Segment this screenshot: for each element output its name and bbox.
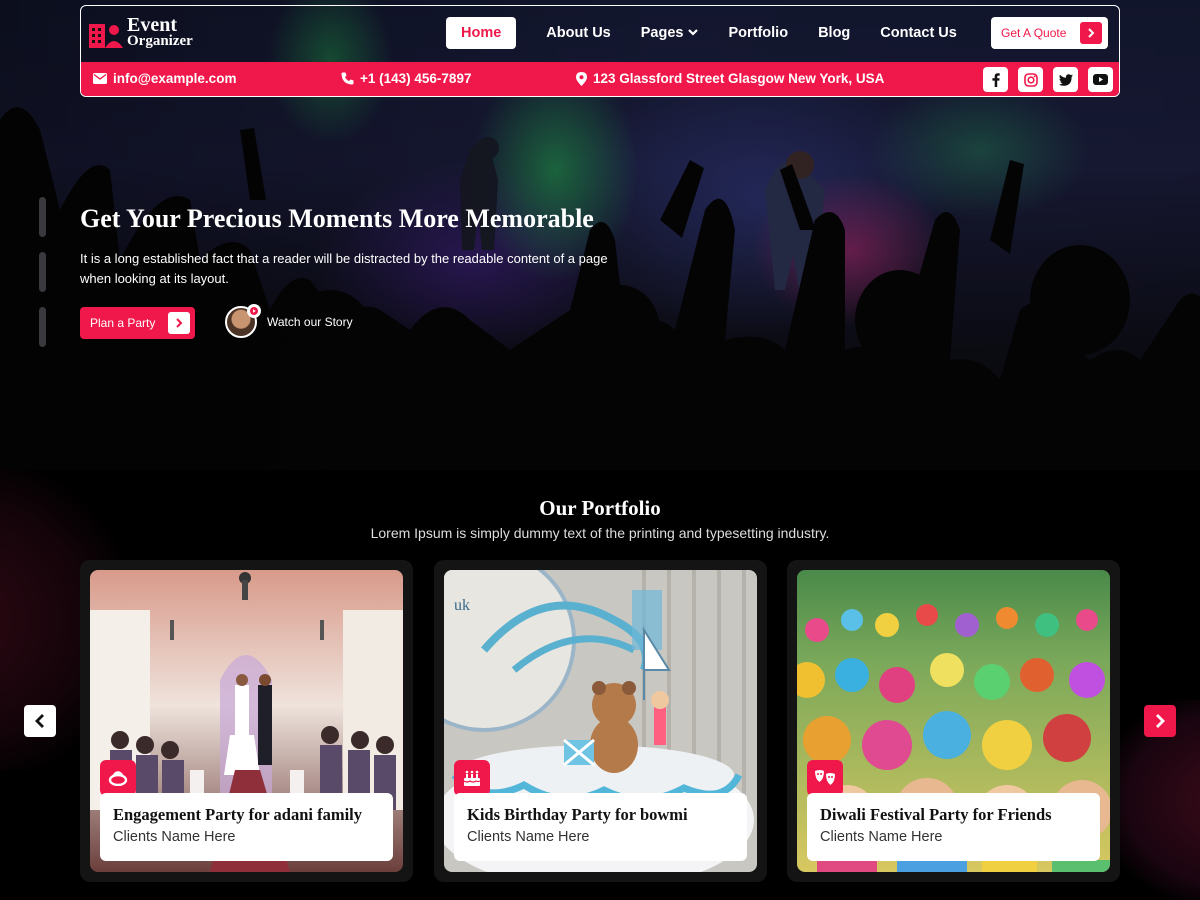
logo-icon (87, 16, 125, 50)
watch-story-button[interactable]: Watch our Story (225, 304, 353, 338)
card-caption: Engagement Party for adani family Client… (100, 793, 393, 861)
get-a-quote-label: Get A Quote (1001, 26, 1067, 40)
chevron-right-icon (1156, 714, 1165, 728)
plan-a-party-button[interactable]: Plan a Party (80, 307, 195, 339)
card-title[interactable]: Kids Birthday Party for bowmi (467, 805, 734, 825)
card-title[interactable]: Diwali Festival Party for Friends (820, 805, 1087, 825)
email-text: info@example.com (113, 71, 237, 86)
nav-portfolio[interactable]: Portfolio (728, 17, 788, 49)
logo-line-1: Event (127, 14, 177, 36)
hero-description: It is a long established fact that a rea… (80, 251, 608, 286)
nav-pages-label: Pages (640, 25, 684, 41)
instagram-icon[interactable] (1018, 67, 1043, 92)
play-icon (247, 304, 261, 318)
phone-text: +1 (143) 456-7897 (360, 71, 472, 86)
nav-contact-us[interactable]: Contact Us (880, 17, 957, 49)
card-caption: Diwali Festival Party for Friends Client… (807, 793, 1100, 861)
contact-bar: info@example.com +1 (143) 456-7897 123 G… (81, 62, 1119, 96)
site-header: Event Organizer Home About Us Pages Port… (80, 5, 1120, 97)
phone-icon (341, 72, 354, 85)
ring-icon (100, 760, 136, 796)
portfolio-card[interactable]: Engagement Party for adani family Client… (80, 560, 413, 882)
facebook-icon[interactable] (983, 67, 1008, 92)
address-info: 123 Glassford Street Glasgow New York, U… (576, 71, 884, 86)
nav-pages[interactable]: Pages (641, 17, 699, 49)
nav-home[interactable]: Home (446, 17, 517, 49)
site-logo[interactable]: Event Organizer (87, 14, 193, 50)
header-top: Event Organizer Home About Us Pages Port… (81, 6, 1119, 62)
nav-blog[interactable]: Blog (818, 17, 850, 49)
logo-line-2: Organizer (127, 33, 193, 49)
slider-indicator-3[interactable] (39, 307, 46, 347)
address-text: 123 Glassford Street Glasgow New York, U… (593, 71, 885, 86)
email-info[interactable]: info@example.com (93, 71, 236, 86)
portfolio-card[interactable]: Diwali Festival Party for Friends Client… (787, 560, 1120, 882)
nav-about-us[interactable]: About Us (546, 17, 610, 49)
avatar (225, 304, 261, 338)
main-nav: Home About Us Pages Portfolio Blog Conta… (446, 17, 987, 49)
phone-info[interactable]: +1 (143) 456-7897 (341, 71, 471, 86)
card-caption: Kids Birthday Party for bowmi Clients Na… (454, 793, 747, 861)
slider-indicator-2[interactable] (39, 252, 46, 292)
card-title[interactable]: Engagement Party for adani family (113, 805, 380, 825)
carousel-prev-button[interactable] (24, 705, 56, 737)
chevron-right-icon (1080, 22, 1102, 44)
card-client: Clients Name Here (467, 829, 590, 845)
twitter-icon[interactable] (1053, 67, 1078, 92)
youtube-icon[interactable] (1088, 67, 1113, 92)
plan-a-party-label: Plan a Party (90, 316, 156, 330)
social-links (973, 67, 1113, 92)
svg-text:uk: uk (454, 597, 470, 614)
portfolio-subtitle: Lorem Ipsum is simply dummy text of the … (370, 525, 830, 541)
watch-story-label: Watch our Story (267, 315, 353, 329)
hero-title: Get Your Precious Moments More Memorable (80, 204, 594, 233)
carousel-next-button[interactable] (1144, 705, 1176, 737)
slider-indicator-1[interactable] (39, 197, 46, 237)
cake-icon (454, 760, 490, 796)
chevron-down-icon (688, 28, 699, 39)
chevron-left-icon (35, 714, 44, 728)
portfolio-title: Our Portfolio (539, 496, 661, 520)
card-client: Clients Name Here (820, 829, 943, 845)
portfolio-card[interactable]: uk Kids Birthday Party for bowmi Clients… (434, 560, 767, 882)
chevron-right-icon (168, 312, 190, 334)
mail-icon (93, 73, 107, 84)
masks-icon (807, 760, 843, 796)
get-a-quote-button[interactable]: Get A Quote (991, 17, 1108, 49)
card-client: Clients Name Here (113, 829, 236, 845)
location-pin-icon (576, 71, 587, 86)
